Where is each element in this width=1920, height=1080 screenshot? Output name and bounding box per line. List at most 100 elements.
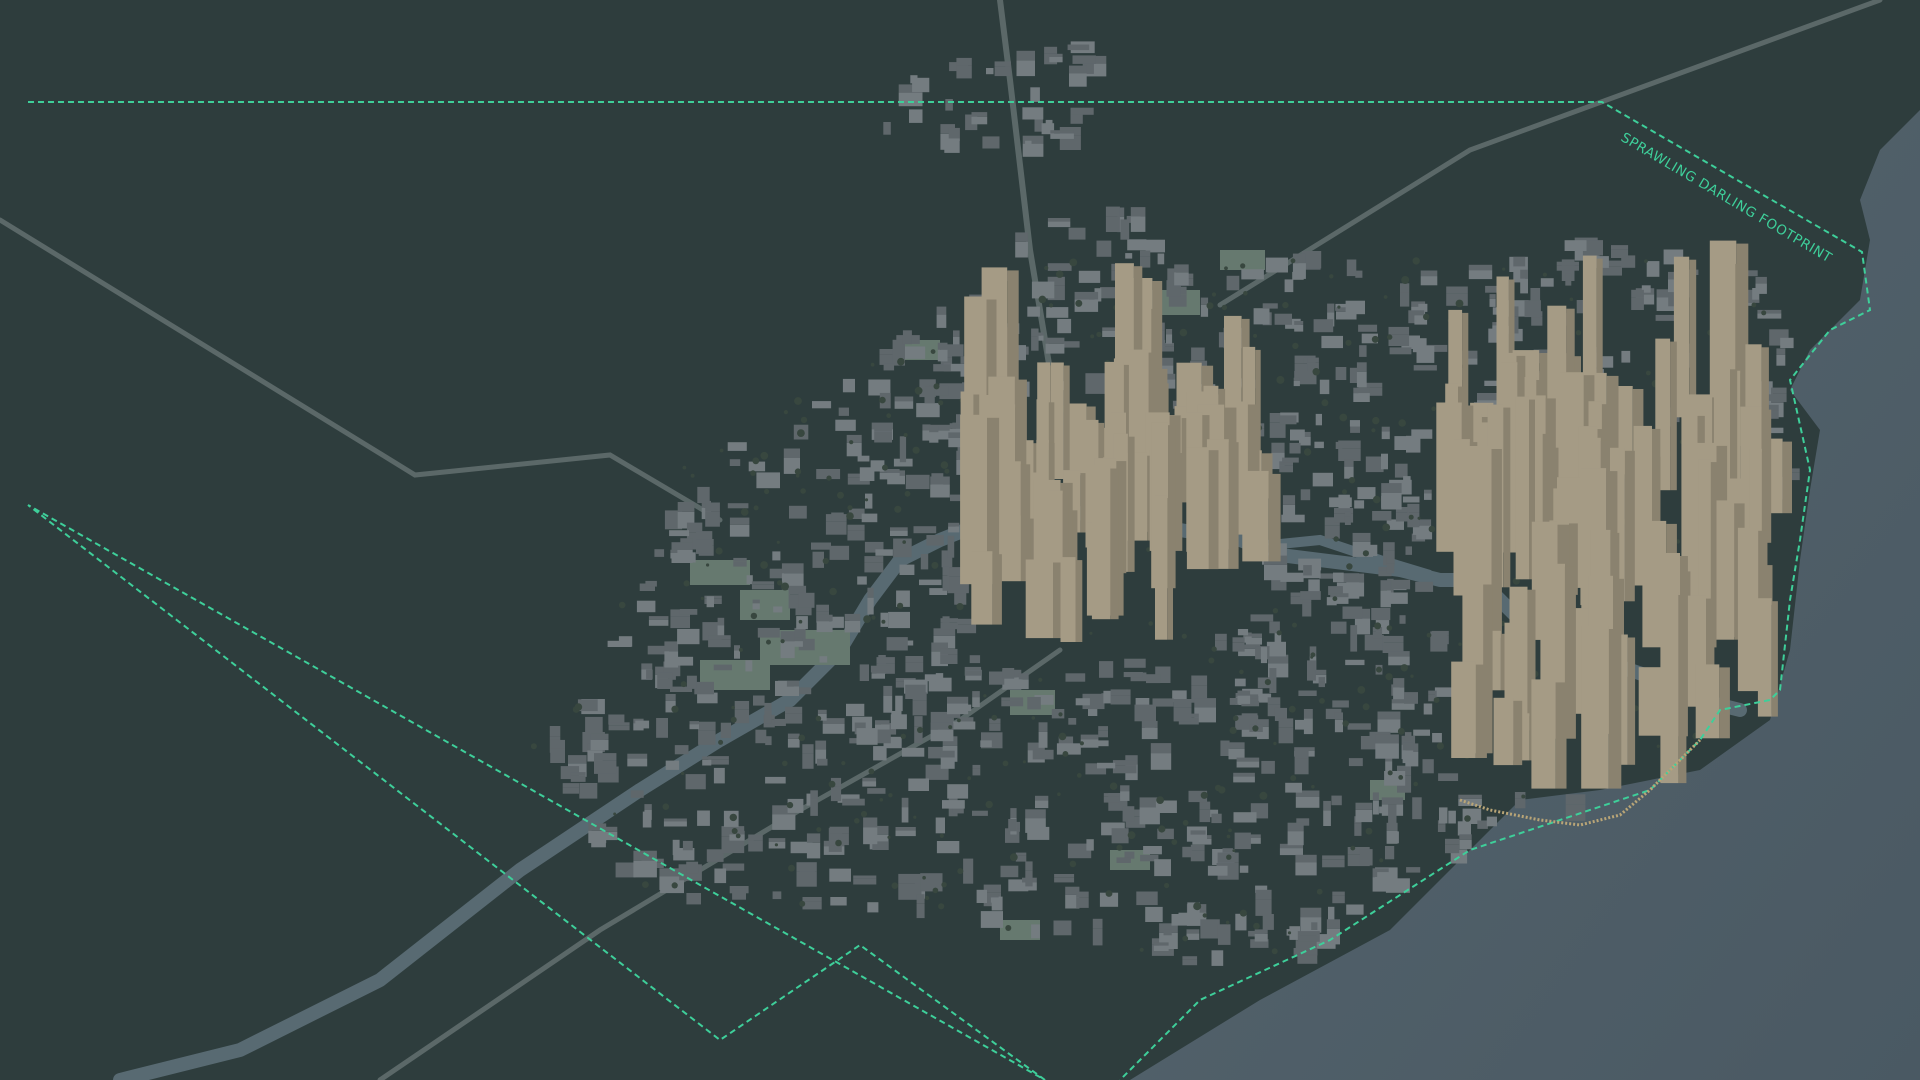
tree: [753, 505, 759, 511]
tree: [914, 386, 923, 395]
building: [1406, 867, 1421, 873]
tree: [1164, 882, 1170, 889]
building: [875, 549, 893, 556]
tree: [1139, 947, 1144, 952]
building: [1342, 606, 1363, 619]
tree: [1398, 419, 1406, 427]
building: [940, 618, 958, 623]
tree: [760, 561, 768, 569]
tower: [1242, 470, 1269, 562]
building: [1334, 712, 1343, 720]
tree: [1310, 655, 1314, 659]
tower-shadow-side: [1491, 449, 1502, 638]
building: [1234, 678, 1246, 687]
building: [924, 386, 935, 404]
building: [847, 524, 865, 531]
tree: [1031, 716, 1036, 720]
building: [1565, 273, 1572, 286]
building: [1377, 711, 1401, 720]
building: [1346, 573, 1365, 583]
building: [1008, 819, 1017, 832]
building: [929, 432, 939, 443]
tree: [828, 780, 836, 788]
building: [953, 721, 976, 730]
building: [608, 725, 630, 731]
tree: [1225, 920, 1230, 925]
building: [1285, 782, 1302, 793]
building: [1120, 785, 1130, 792]
building: [1194, 698, 1216, 708]
building: [1228, 742, 1245, 749]
building: [1344, 516, 1351, 525]
building: [734, 650, 740, 659]
tower: [1451, 661, 1476, 758]
tree: [1208, 657, 1215, 664]
tree: [1751, 302, 1757, 308]
tree: [940, 461, 949, 469]
building: [1063, 341, 1080, 348]
building: [1412, 805, 1422, 820]
building: [1255, 889, 1272, 900]
building: [883, 685, 893, 696]
building: [590, 739, 609, 751]
building: [562, 787, 579, 794]
building: [1145, 906, 1163, 922]
tree: [1397, 727, 1405, 735]
building: [1292, 263, 1306, 279]
building: [1047, 218, 1071, 222]
building: [789, 505, 807, 519]
building: [1402, 750, 1414, 764]
tree: [1116, 844, 1123, 851]
building: [665, 694, 676, 701]
building: [830, 897, 847, 906]
building: [1143, 846, 1162, 855]
building: [1120, 219, 1130, 227]
tree: [1362, 550, 1369, 557]
tree: [786, 801, 794, 809]
building: [1415, 581, 1434, 592]
building: [1287, 822, 1304, 832]
building: [1307, 660, 1316, 668]
building: [873, 746, 887, 761]
building: [874, 424, 892, 432]
tree: [1644, 259, 1648, 263]
building: [1032, 749, 1054, 760]
building: [817, 758, 828, 766]
tree: [932, 887, 939, 894]
building: [1232, 637, 1245, 643]
tree: [886, 413, 892, 419]
tower-shadow-side: [992, 554, 1002, 625]
building: [817, 709, 827, 714]
tree: [1022, 760, 1026, 764]
building: [1489, 294, 1496, 299]
tree: [1264, 679, 1271, 686]
building: [1086, 839, 1094, 851]
building: [1174, 264, 1189, 273]
building: [1217, 924, 1231, 932]
building: [1025, 140, 1032, 148]
tree: [1645, 370, 1651, 376]
building: [1031, 336, 1039, 351]
building: [864, 562, 884, 573]
building: [1319, 379, 1330, 395]
building: [930, 476, 950, 485]
tree: [1365, 827, 1373, 835]
building: [1404, 692, 1418, 697]
building: [549, 726, 561, 736]
tower: [1060, 557, 1076, 642]
tree: [740, 508, 749, 516]
building: [1015, 232, 1028, 242]
building: [835, 419, 856, 431]
building: [940, 648, 958, 655]
building: [816, 604, 829, 612]
building: [1173, 699, 1192, 708]
building: [1157, 253, 1165, 265]
building: [1520, 278, 1528, 294]
building: [1145, 239, 1165, 253]
building: [861, 513, 878, 523]
building: [901, 747, 925, 757]
building: [697, 486, 710, 504]
tree: [683, 580, 690, 587]
building: [1236, 761, 1260, 768]
building: [1359, 849, 1373, 866]
